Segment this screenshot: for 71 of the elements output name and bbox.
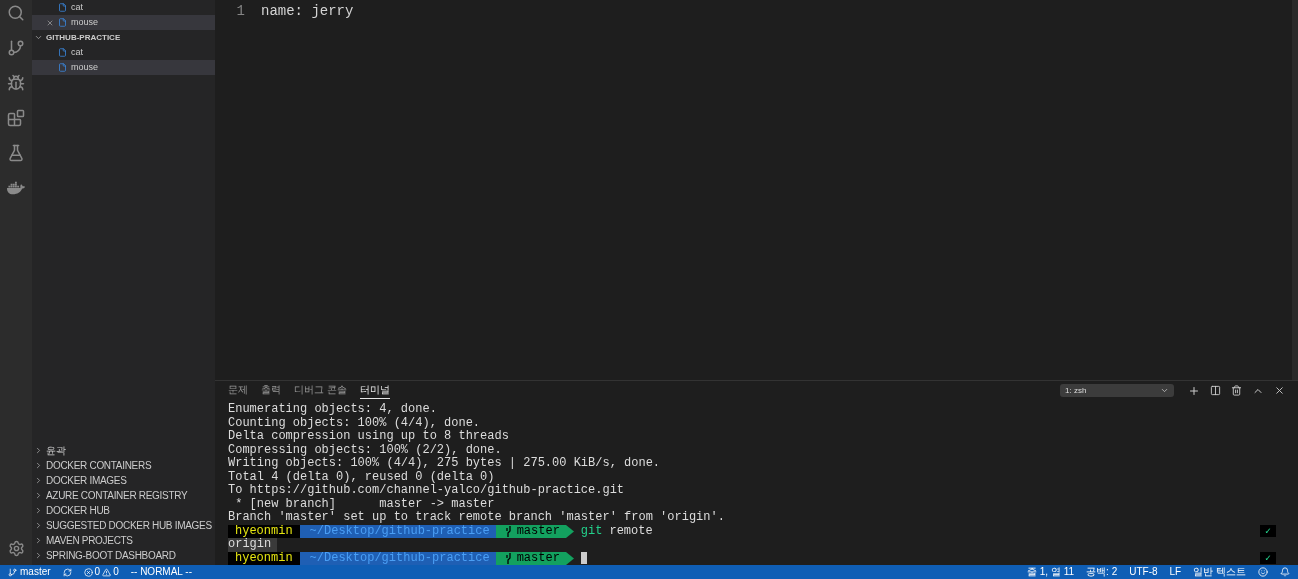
terminal-line: Branch 'master' set up to track remote branch 'master' from 'origin'. xyxy=(228,511,725,525)
command-name: git xyxy=(580,524,603,538)
line-number: 1 xyxy=(235,1,246,21)
chevron-down-icon xyxy=(34,33,43,42)
terminal-cursor xyxy=(580,552,587,565)
terminal-line: Total 4 (delta 0), reused 0 (delta 0) xyxy=(228,470,495,484)
whale-icon[interactable] xyxy=(7,179,25,197)
status-check: ✓ xyxy=(1260,552,1276,565)
command-args: remote xyxy=(609,524,653,538)
panel-tab[interactable]: 디버그 콘솔 xyxy=(294,382,347,399)
vim-mode: -- NORMAL -- xyxy=(130,566,192,578)
flask-icon[interactable] xyxy=(7,144,25,162)
settings-icon[interactable] xyxy=(7,540,25,557)
terminal-line: Compressing objects: 100% (2/2), done. xyxy=(228,443,502,457)
smiley-icon[interactable] xyxy=(1258,567,1268,577)
section-header[interactable]: SPRING-BOOT DASHBOARD xyxy=(32,548,215,563)
split-icon[interactable] xyxy=(1210,385,1221,396)
branch-icon xyxy=(8,567,17,577)
prompt-path: ~/Desktop/github-practice xyxy=(299,524,496,538)
problems-status[interactable]: 0 0 xyxy=(83,566,119,578)
encoding[interactable]: UTF-8 xyxy=(1129,566,1158,578)
file-icon xyxy=(58,63,67,72)
section-header[interactable]: DOCKER IMAGES xyxy=(32,473,215,488)
branch-icon xyxy=(505,552,512,564)
section-header[interactable]: DOCKER HUB xyxy=(32,503,215,518)
folder-header[interactable]: GITHUB-PRACTICE xyxy=(32,30,215,45)
file-item[interactable]: mouse xyxy=(32,60,215,75)
file-icon xyxy=(58,3,67,12)
file-icon xyxy=(58,48,67,57)
extensions-icon[interactable] xyxy=(7,109,25,127)
indentation[interactable]: 공백: 2 xyxy=(1086,566,1118,578)
prompt-user: hyeonmin xyxy=(228,524,300,538)
branch-icon xyxy=(505,525,512,537)
status-check: ✓ xyxy=(1260,525,1276,538)
terminal-line: Writing objects: 100% (4/4), 275 bytes | 275.00 KiB/s, done. xyxy=(228,457,661,471)
warning-icon xyxy=(102,567,112,577)
prompt-branch: master xyxy=(516,524,560,538)
sync-icon[interactable] xyxy=(62,567,72,577)
prompt-branch: master xyxy=(516,551,560,565)
terminal-line: * [new branch] master -> master xyxy=(234,497,495,511)
search-icon[interactable] xyxy=(7,4,25,22)
add-icon[interactable] xyxy=(1188,384,1200,397)
bug-icon[interactable] xyxy=(7,74,25,92)
terminal-line: Delta compression using up to 8 threads xyxy=(228,430,509,444)
source-control-icon[interactable] xyxy=(7,39,25,57)
prompt-path: ~/Desktop/github-practice xyxy=(299,551,496,565)
section-header[interactable]: SUGGESTED DOCKER HUB IMAGES xyxy=(32,518,215,533)
panel-tab[interactable]: 문제 xyxy=(228,382,248,399)
trash-icon[interactable] xyxy=(1231,385,1242,396)
prompt-user: hyeonmin xyxy=(228,551,300,565)
panel-tab[interactable]: 터미널 xyxy=(359,382,390,399)
cursor-position[interactable]: 줄 1, 열 11 xyxy=(1027,566,1075,578)
branch-status[interactable]: master xyxy=(8,566,51,578)
code-line: name: jerry xyxy=(261,1,354,21)
terminal-select[interactable]: 1: zsh xyxy=(1060,384,1174,397)
bell-icon[interactable] xyxy=(1280,567,1290,577)
terminal-line: Enumerating objects: 4, done. xyxy=(228,403,437,417)
section-header[interactable]: AZURE CONTAINER REGISTRY xyxy=(32,488,215,503)
file-item[interactable]: mouse xyxy=(32,15,215,30)
chevron-down-icon xyxy=(1160,386,1169,395)
line-ending[interactable]: LF xyxy=(1169,566,1182,578)
panel-tab[interactable]: 출력 xyxy=(261,382,281,399)
language-mode[interactable]: 일반 텍스트 xyxy=(1193,566,1246,578)
terminal-line: Counting objects: 100% (4/4), done. xyxy=(228,416,481,430)
file-icon xyxy=(58,18,67,27)
section-header[interactable]: MAVEN PROJECTS xyxy=(32,533,215,548)
close-icon[interactable] xyxy=(1274,385,1285,396)
error-icon xyxy=(83,567,93,577)
section-header[interactable]: 윤곽 xyxy=(32,443,215,458)
section-header[interactable]: DOCKER CONTAINERS xyxy=(32,458,215,473)
terminal-line: To https://github.com/channel-yalco/github-practice.git xyxy=(228,484,625,498)
